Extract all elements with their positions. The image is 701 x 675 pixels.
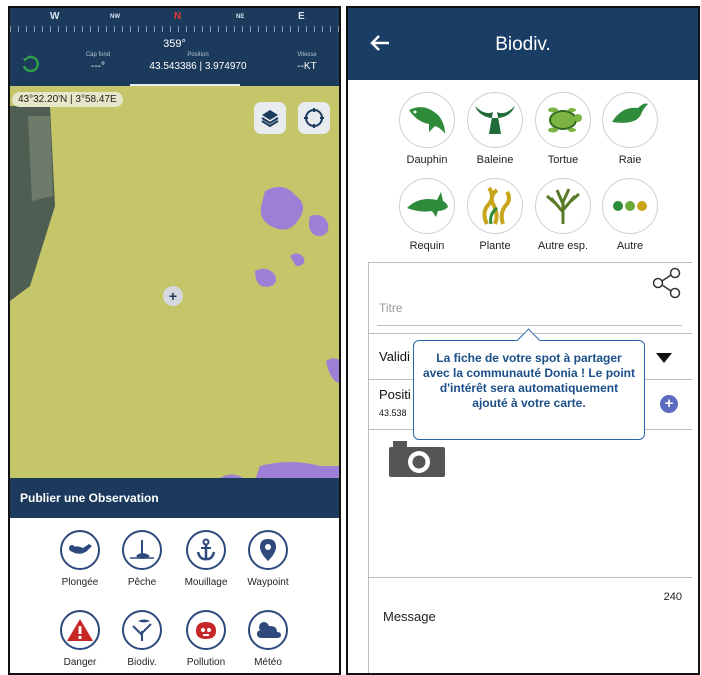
compass-strip[interactable]: W NW N NE E	[10, 8, 339, 32]
dolphin-icon	[399, 92, 455, 148]
layers-button[interactable]	[254, 102, 286, 134]
position-label: Positi	[379, 387, 411, 402]
add-position-button[interactable]: +	[660, 395, 678, 413]
cap-fond-label: Cap fond	[85, 52, 111, 58]
species-baleine[interactable]: Baleine	[464, 92, 526, 166]
species-label: Dauphin	[406, 154, 448, 166]
observation-label: Pollution	[186, 657, 226, 668]
observation-label: Danger	[63, 657, 97, 668]
observation-mouillage[interactable]: Mouillage	[171, 530, 241, 588]
diver-icon	[60, 530, 100, 570]
message-input[interactable]: Message	[383, 609, 436, 624]
position-label: Position	[187, 52, 209, 58]
species-plante[interactable]: Plante	[464, 178, 526, 252]
coordinate-chip: 43°32.20'N | 3°58.47E	[12, 92, 123, 107]
observation-waypoint[interactable]: Waypoint	[233, 530, 303, 588]
species-label: Autre	[616, 240, 644, 252]
species-label: Autre esp.	[537, 240, 589, 252]
navigation-header: W NW N NE E 359° Cap fond ---° Position …	[10, 8, 339, 87]
dots-icon	[602, 178, 658, 234]
whale-tail-icon	[467, 92, 523, 148]
species-requin[interactable]: Requin	[396, 178, 458, 252]
divider	[369, 577, 692, 578]
observation-danger[interactable]: Danger	[45, 610, 115, 668]
heading-value: 359°	[163, 38, 186, 50]
sync-icon[interactable]	[20, 54, 40, 74]
observation-label: Mouillage	[184, 577, 228, 588]
camera-icon[interactable]	[387, 439, 447, 484]
pollution-icon	[186, 610, 226, 650]
shark-icon	[399, 178, 455, 234]
map-view[interactable]: 43°32.20'N | 3°58.47E +	[10, 86, 339, 486]
observation-label: Pêche	[127, 577, 157, 588]
species-raie[interactable]: Raie	[599, 92, 661, 166]
title-input[interactable]: Titre	[379, 301, 403, 315]
crosshair-icon	[304, 108, 324, 128]
vitesse-label: Vitesse	[297, 52, 317, 58]
observation-label: Plongée	[61, 577, 99, 588]
species-label: Tortue	[547, 154, 579, 166]
locate-button[interactable]	[298, 102, 330, 134]
cap-fond: Cap fond ---°	[68, 52, 128, 72]
turtle-icon	[535, 92, 591, 148]
map-center-plus-icon[interactable]: +	[163, 286, 183, 306]
weather-icon	[248, 610, 288, 650]
species-dauphin[interactable]: Dauphin	[396, 92, 458, 166]
observation-label: Météo	[254, 657, 282, 668]
compass-e: E	[298, 11, 305, 22]
page-title: Biodiv.	[495, 34, 551, 55]
publish-title: Publier une Observation	[10, 478, 339, 518]
species-label: Requin	[409, 240, 445, 252]
compass-ne: NE	[236, 14, 245, 20]
observation-pollution[interactable]: Pollution	[171, 610, 241, 668]
species-label: Baleine	[476, 154, 514, 166]
species-autre-esp[interactable]: Autre esp.	[532, 178, 594, 252]
warning-icon	[60, 610, 100, 650]
position-readout: Position 43.543386 | 3.974970	[128, 52, 268, 72]
compass-nw: NW	[110, 14, 120, 20]
position-value: 43.538	[379, 408, 407, 418]
anchor-icon	[186, 530, 226, 570]
ray-icon	[602, 92, 658, 148]
map-app-panel: W NW N NE E 359° Cap fond ---° Position …	[8, 6, 341, 675]
char-counter: 240	[663, 591, 682, 603]
vitesse-value: --KT	[297, 61, 317, 72]
observation-grid: Plongée Pêche Mouillage Waypoint Danger	[10, 518, 339, 673]
pin-icon	[248, 530, 288, 570]
observation-peche[interactable]: Pêche	[107, 530, 177, 588]
observation-plongee[interactable]: Plongée	[45, 530, 115, 588]
species-label: Raie	[618, 154, 642, 166]
title-underline	[377, 325, 682, 326]
share-icon[interactable]	[652, 267, 682, 304]
vitesse: Vitesse --KT	[282, 52, 332, 72]
observation-label: Waypoint	[247, 577, 289, 588]
observation-meteo[interactable]: Météo	[233, 610, 303, 668]
position-value: 43.543386 | 3.974970	[149, 61, 247, 72]
layers-icon	[261, 110, 279, 128]
validity-dropdown-icon[interactable]	[656, 353, 672, 363]
info-tooltip[interactable]: La fiche de votre spot à partager avec l…	[413, 328, 645, 440]
tooltip-text: La fiche de votre spot à partager avec l…	[422, 351, 636, 410]
observation-form: Titre Validi Positi 43.538 + 240 Message	[368, 262, 692, 673]
cap-fond-value: ---°	[91, 61, 105, 72]
observation-label: Biodiv.	[127, 657, 157, 668]
species-tortue[interactable]: Tortue	[532, 92, 594, 166]
compass-n: N	[174, 11, 182, 22]
compass-w: W	[50, 11, 60, 22]
fish-hook-icon	[122, 530, 162, 570]
biodiv-panel: Biodiv. Dauphin Baleine Tortue Raie Requ…	[346, 6, 700, 675]
compass-ticks	[10, 26, 339, 32]
biodiv-header: Biodiv.	[348, 8, 698, 80]
observation-biodiv[interactable]: Biodiv.	[107, 610, 177, 668]
species-label: Plante	[479, 240, 511, 252]
coral-icon	[535, 178, 591, 234]
validity-label: Validi	[379, 349, 410, 364]
species-autre[interactable]: Autre	[599, 178, 661, 252]
seaweed-icon	[467, 178, 523, 234]
coral-fish-icon	[122, 610, 162, 650]
